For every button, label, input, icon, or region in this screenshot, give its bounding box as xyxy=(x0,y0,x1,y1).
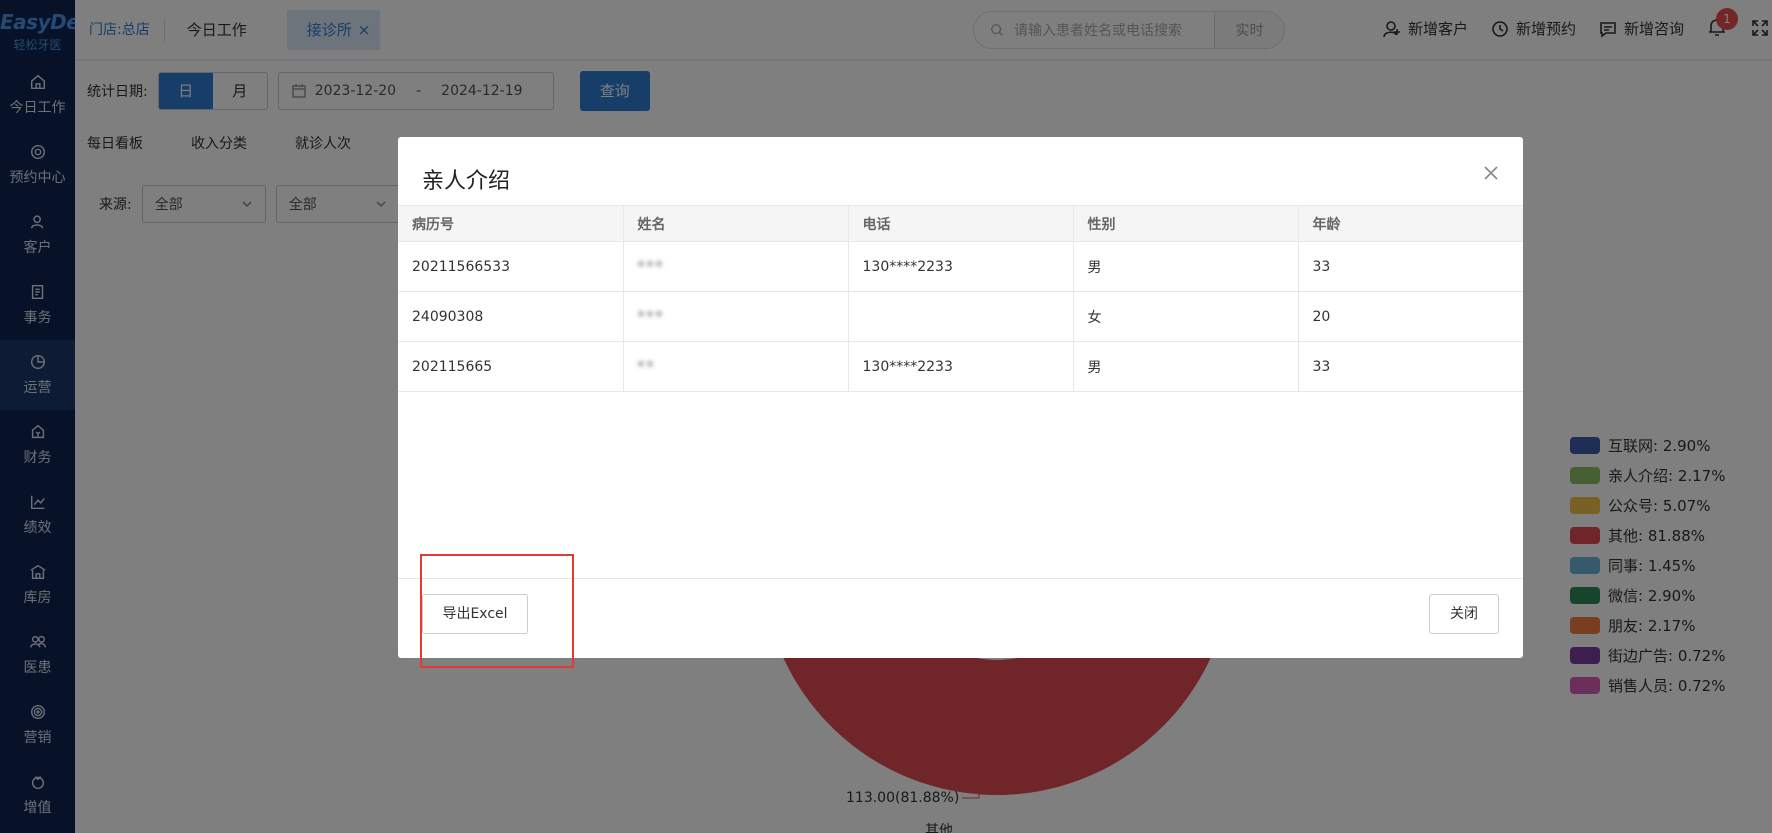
cell-name: *** xyxy=(623,291,849,342)
table-row[interactable]: 202115665 ** 130****2233 男 33 xyxy=(398,341,1523,392)
cell-name: *** xyxy=(623,241,849,292)
column-header: 病历号 xyxy=(398,205,624,242)
cell-gender: 女 xyxy=(1073,291,1299,342)
cell-name: ** xyxy=(623,341,849,392)
table-row[interactable]: 24090308 *** 女 20 xyxy=(398,291,1523,342)
highlight-box xyxy=(420,554,574,668)
modal-close-icon[interactable] xyxy=(1483,165,1503,185)
table-row[interactable]: 20211566533 *** 130****2233 男 33 xyxy=(398,241,1523,292)
column-header: 电话 xyxy=(848,205,1074,242)
masked-name: ** xyxy=(637,358,656,375)
column-header: 年龄 xyxy=(1298,205,1523,242)
cell-record-id: 24090308 xyxy=(398,291,624,342)
cell-phone: 130****2233 xyxy=(848,341,1074,392)
cell-gender: 男 xyxy=(1073,341,1299,392)
column-header: 姓名 xyxy=(623,205,849,242)
masked-name: *** xyxy=(637,308,665,325)
modal-title: 亲人介绍 xyxy=(422,169,511,194)
cell-phone xyxy=(848,291,1074,342)
cell-record-id: 20211566533 xyxy=(398,241,624,292)
cell-age: 20 xyxy=(1298,291,1523,342)
patient-table: 病历号 姓名 电话 性别 年龄 20211566533 *** 130****2… xyxy=(398,205,1523,392)
table-header-row: 病历号 姓名 电话 性别 年龄 xyxy=(398,205,1523,242)
cell-age: 33 xyxy=(1298,241,1523,292)
cell-record-id: 202115665 xyxy=(398,341,624,392)
column-header: 性别 xyxy=(1073,205,1299,242)
cell-gender: 男 xyxy=(1073,241,1299,292)
masked-name: *** xyxy=(637,258,665,275)
cell-phone: 130****2233 xyxy=(848,241,1074,292)
cell-age: 33 xyxy=(1298,341,1523,392)
close-button[interactable]: 关闭 xyxy=(1429,594,1499,634)
